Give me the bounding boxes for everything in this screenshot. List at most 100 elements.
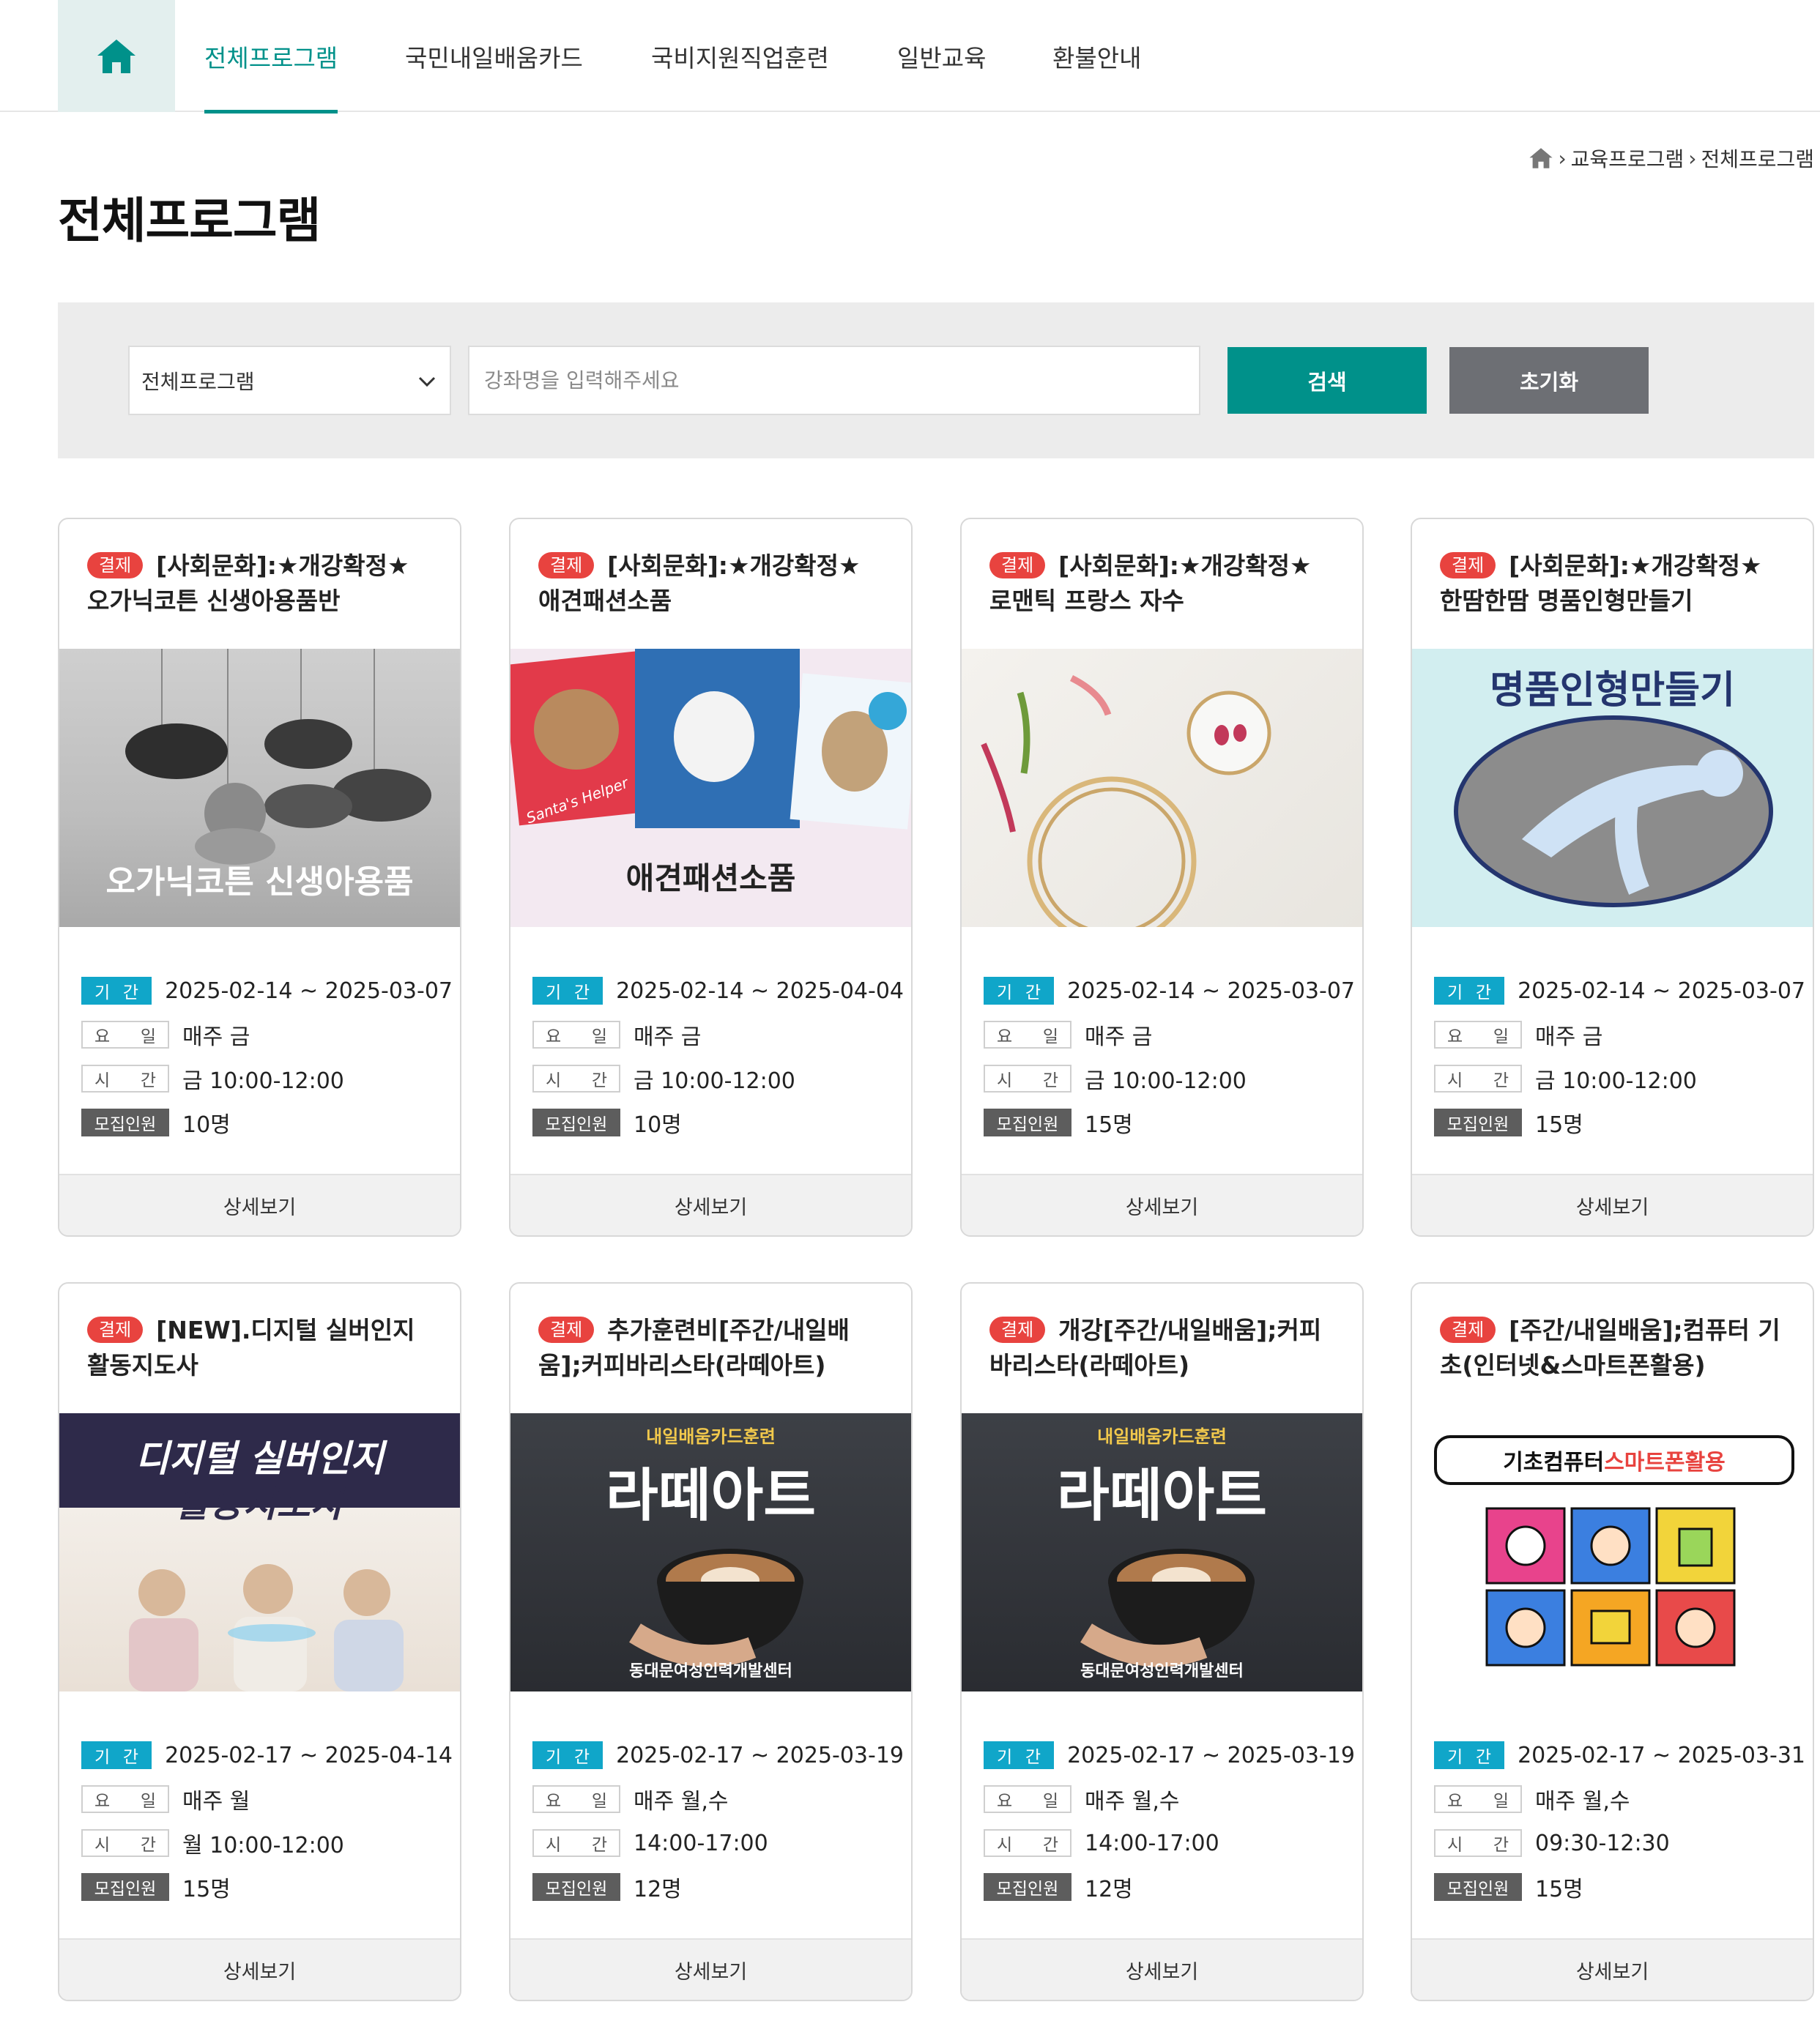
period-value: 2025-02-14 ~ 2025-03-07 bbox=[1067, 978, 1355, 1004]
detail-button[interactable]: 상세보기 bbox=[59, 1174, 460, 1235]
category-select[interactable]: 전체프로그램 bbox=[128, 346, 451, 415]
period-value: 2025-02-17 ~ 2025-03-19 bbox=[1067, 1742, 1355, 1768]
card-title[interactable]: 결제 [사회문화]:★개강확정★ 한땀한땀 명품인형만들기 bbox=[1440, 548, 1791, 619]
day-value: 매주 금 bbox=[634, 1024, 702, 1050]
day-value: 매주 월,수 bbox=[634, 1789, 729, 1815]
reset-button[interactable]: 초기화 bbox=[1449, 347, 1649, 414]
detail-button[interactable]: 상세보기 bbox=[962, 1938, 1362, 2000]
program-thumbnail[interactable]: 기초컴퓨터 스마트폰활용 bbox=[1412, 1413, 1813, 1691]
payment-badge: 결제 bbox=[989, 1317, 1046, 1343]
card-title[interactable]: 결제 [주간/내일배움];컴퓨터 기초(인터넷&스마트폰활용) bbox=[1440, 1313, 1791, 1383]
card-title[interactable]: 결제 추가훈련비[주간/내일배움];커피바리스타(라떼아트) bbox=[538, 1313, 889, 1383]
thumbnail-caption: 오가닉코튼 신생아용품 bbox=[105, 863, 414, 901]
detail-button[interactable]: 상세보기 bbox=[1412, 1938, 1813, 2000]
recruit-value: 10명 bbox=[182, 1112, 231, 1138]
program-card[interactable]: 결제 [주간/내일배움];컴퓨터 기초(인터넷&스마트폰활용) 기초컴퓨터 스마트폰… bbox=[1411, 1282, 1814, 2001]
nav-tab-all-programs[interactable]: 전체프로그램 bbox=[204, 0, 338, 113]
detail-button[interactable]: 상세보기 bbox=[510, 1938, 911, 2000]
day-value: 매주 금 bbox=[1085, 1024, 1153, 1050]
search-input[interactable] bbox=[468, 346, 1200, 415]
card-title[interactable]: 결제 [사회문화]:★개강확정★ 애견패션소품 bbox=[538, 548, 889, 619]
doll-photo-illustration bbox=[1454, 715, 1773, 907]
search-panel: 전체프로그램 검색 초기화 bbox=[58, 302, 1814, 458]
computer-characters-illustration bbox=[1485, 1507, 1736, 1667]
period-label: 기간 bbox=[81, 977, 152, 1005]
day-label: 요일 bbox=[984, 1785, 1071, 1813]
recruit-label: 모집인원 bbox=[984, 1873, 1071, 1901]
recruit-label: 모집인원 bbox=[81, 1109, 169, 1136]
search-button[interactable]: 검색 bbox=[1227, 347, 1427, 414]
thumbnail-bottom-text: 동대문여성인력개발센터 bbox=[1080, 1662, 1244, 1681]
breadcrumb-item[interactable]: 교육프로그램 bbox=[1571, 144, 1685, 173]
program-info: 기 간 2025-02-14 ~ 2025-03-07 요 일 매주 금 시간 금 10:… bbox=[984, 969, 1355, 1145]
time-value: 금 10:00-12:00 bbox=[1535, 1068, 1697, 1094]
detail-button[interactable]: 상세보기 bbox=[59, 1938, 460, 2000]
period-label: 기간 bbox=[1434, 977, 1505, 1005]
nav-tab-vocational-training[interactable]: 국비지원직업훈련 bbox=[651, 0, 829, 112]
recruit-label: 모집인원 bbox=[1434, 1109, 1522, 1136]
day-value: 매주 월,수 bbox=[1535, 1789, 1630, 1815]
program-thumbnail[interactable] bbox=[962, 649, 1362, 927]
breadcrumb-item-current[interactable]: 전체프로그램 bbox=[1701, 144, 1814, 173]
day-value: 매주 금 bbox=[1535, 1024, 1603, 1050]
program-card[interactable]: 결제 [사회문화]:★개강확정★ 로맨틱 프랑스 자수 기 간 2025-02-14 … bbox=[960, 518, 1364, 1237]
seniors-photo-illustration bbox=[129, 1564, 404, 1691]
detail-button[interactable]: 상세보기 bbox=[1412, 1174, 1813, 1235]
card-title[interactable]: 결제 [사회문화]:★개강확정★ 로맨틱 프랑스 자수 bbox=[989, 548, 1340, 619]
nav-tab-national-card[interactable]: 국민내일배움카드 bbox=[405, 0, 583, 112]
thumbnail-bottom-text: 동대문여성인력개발센터 bbox=[629, 1662, 792, 1681]
day-label: 요일 bbox=[532, 1021, 620, 1049]
card-title[interactable]: 결제 [NEW].디지털 실버인지 활동지도사 bbox=[87, 1313, 438, 1383]
period-value: 2025-02-17 ~ 2025-03-31 bbox=[1518, 1742, 1805, 1768]
program-thumbnail[interactable]: 명품인형만들기 bbox=[1412, 649, 1813, 927]
time-label: 시간 bbox=[81, 1829, 169, 1857]
program-thumbnail[interactable]: 내일배움카드훈련 라떼아트 동대문여성인력개발센터 bbox=[510, 1413, 911, 1691]
embroidery-hoop-illustration bbox=[981, 674, 1271, 927]
recruit-label: 모집인원 bbox=[1434, 1873, 1522, 1901]
period-value: 2025-02-17 ~ 2025-03-19 bbox=[616, 1742, 904, 1768]
program-card[interactable]: 결제 추가훈련비[주간/내일배움];커피바리스타(라떼아트) 내일배움카드훈련 라… bbox=[509, 1282, 913, 2001]
payment-badge: 결제 bbox=[538, 1317, 595, 1343]
time-label: 시간 bbox=[532, 1829, 620, 1857]
time-value: 09:30-12:30 bbox=[1535, 1830, 1670, 1856]
program-card[interactable]: 결제 [사회문화]:★개강확정★ 한땀한땀 명품인형만들기 명품인형만들기 기간 2… bbox=[1411, 518, 1814, 1237]
detail-button[interactable]: 상세보기 bbox=[510, 1174, 911, 1235]
breadcrumb-home-icon[interactable] bbox=[1529, 147, 1553, 169]
program-card[interactable]: 결제 [NEW].디지털 실버인지 활동지도사 디지털 실버인지 활동지도사 기간… bbox=[58, 1282, 461, 2001]
time-value: 금 10:00-12:00 bbox=[634, 1068, 795, 1094]
time-label: 시간 bbox=[532, 1065, 620, 1093]
nav-tab-refund-info[interactable]: 환불안내 bbox=[1052, 0, 1141, 112]
period-label: 기간 bbox=[532, 977, 603, 1005]
program-card[interactable]: 결제 [사회문화]:★개강확정★ 오가닉코튼 신생아용품반 오가닉코튼 신생아용품… bbox=[58, 518, 461, 1237]
home-tab[interactable] bbox=[58, 0, 175, 112]
program-card[interactable]: 결제 개강[주간/내일배움];커피바리스타(라떼아트) 내일배움카드훈련 라떼아트… bbox=[960, 1282, 1364, 2001]
day-label: 요일 bbox=[1434, 1021, 1522, 1049]
payment-badge: 결제 bbox=[989, 552, 1046, 578]
day-label: 요일 bbox=[81, 1785, 169, 1813]
breadcrumb: › 교육프로그램 › 전체프로그램 bbox=[1529, 144, 1814, 173]
period-value: 2025-02-14 ~ 2025-03-07 bbox=[165, 978, 453, 1004]
coffee-cup-illustration bbox=[629, 1549, 803, 1667]
time-value: 금 10:00-12:00 bbox=[1085, 1068, 1247, 1094]
card-title[interactable]: 결제 개강[주간/내일배움];커피바리스타(라떼아트) bbox=[989, 1313, 1340, 1383]
nav-tab-general-education[interactable]: 일반교육 bbox=[897, 0, 986, 112]
period-label: 기간 bbox=[81, 1741, 152, 1769]
payment-badge: 결제 bbox=[538, 552, 595, 578]
card-title[interactable]: 결제 [사회문화]:★개강확정★ 오가닉코튼 신생아용품반 bbox=[87, 548, 438, 619]
program-thumbnail[interactable]: Santa's Helper 애견패션소품 bbox=[510, 649, 911, 927]
program-info: 기 간 2025-02-14 ~ 2025-03-07 요 일 매주 금 시간 금 10:… bbox=[1434, 969, 1805, 1145]
payment-badge: 결제 bbox=[1440, 552, 1496, 578]
program-thumbnail[interactable]: 오가닉코튼 신생아용품 bbox=[59, 649, 460, 927]
category-select-value: 전체프로그램 bbox=[141, 369, 255, 394]
program-thumbnail[interactable]: 디지털 실버인지 활동지도사 bbox=[59, 1413, 460, 1691]
program-card[interactable]: 결제 [사회문화]:★개강확정★ 애견패션소품 Santa's Helper 애견… bbox=[509, 518, 913, 1237]
program-info: 기 간 2025-02-17 ~ 2025-03-31 요 일 매주 월,수 시 간 09:… bbox=[1434, 1733, 1805, 1909]
time-label: 시간 bbox=[1434, 1829, 1522, 1857]
time-value: 월 10:00-12:00 bbox=[182, 1833, 344, 1858]
period-label: 기간 bbox=[984, 977, 1055, 1005]
period-value: 2025-02-14 ~ 2025-03-07 bbox=[1518, 978, 1805, 1004]
period-label: 기간 bbox=[532, 1741, 603, 1769]
program-thumbnail[interactable]: 내일배움카드훈련 라떼아트 동대문여성인력개발센터 bbox=[962, 1413, 1362, 1691]
detail-button[interactable]: 상세보기 bbox=[962, 1174, 1362, 1235]
period-label: 기간 bbox=[984, 1741, 1055, 1769]
